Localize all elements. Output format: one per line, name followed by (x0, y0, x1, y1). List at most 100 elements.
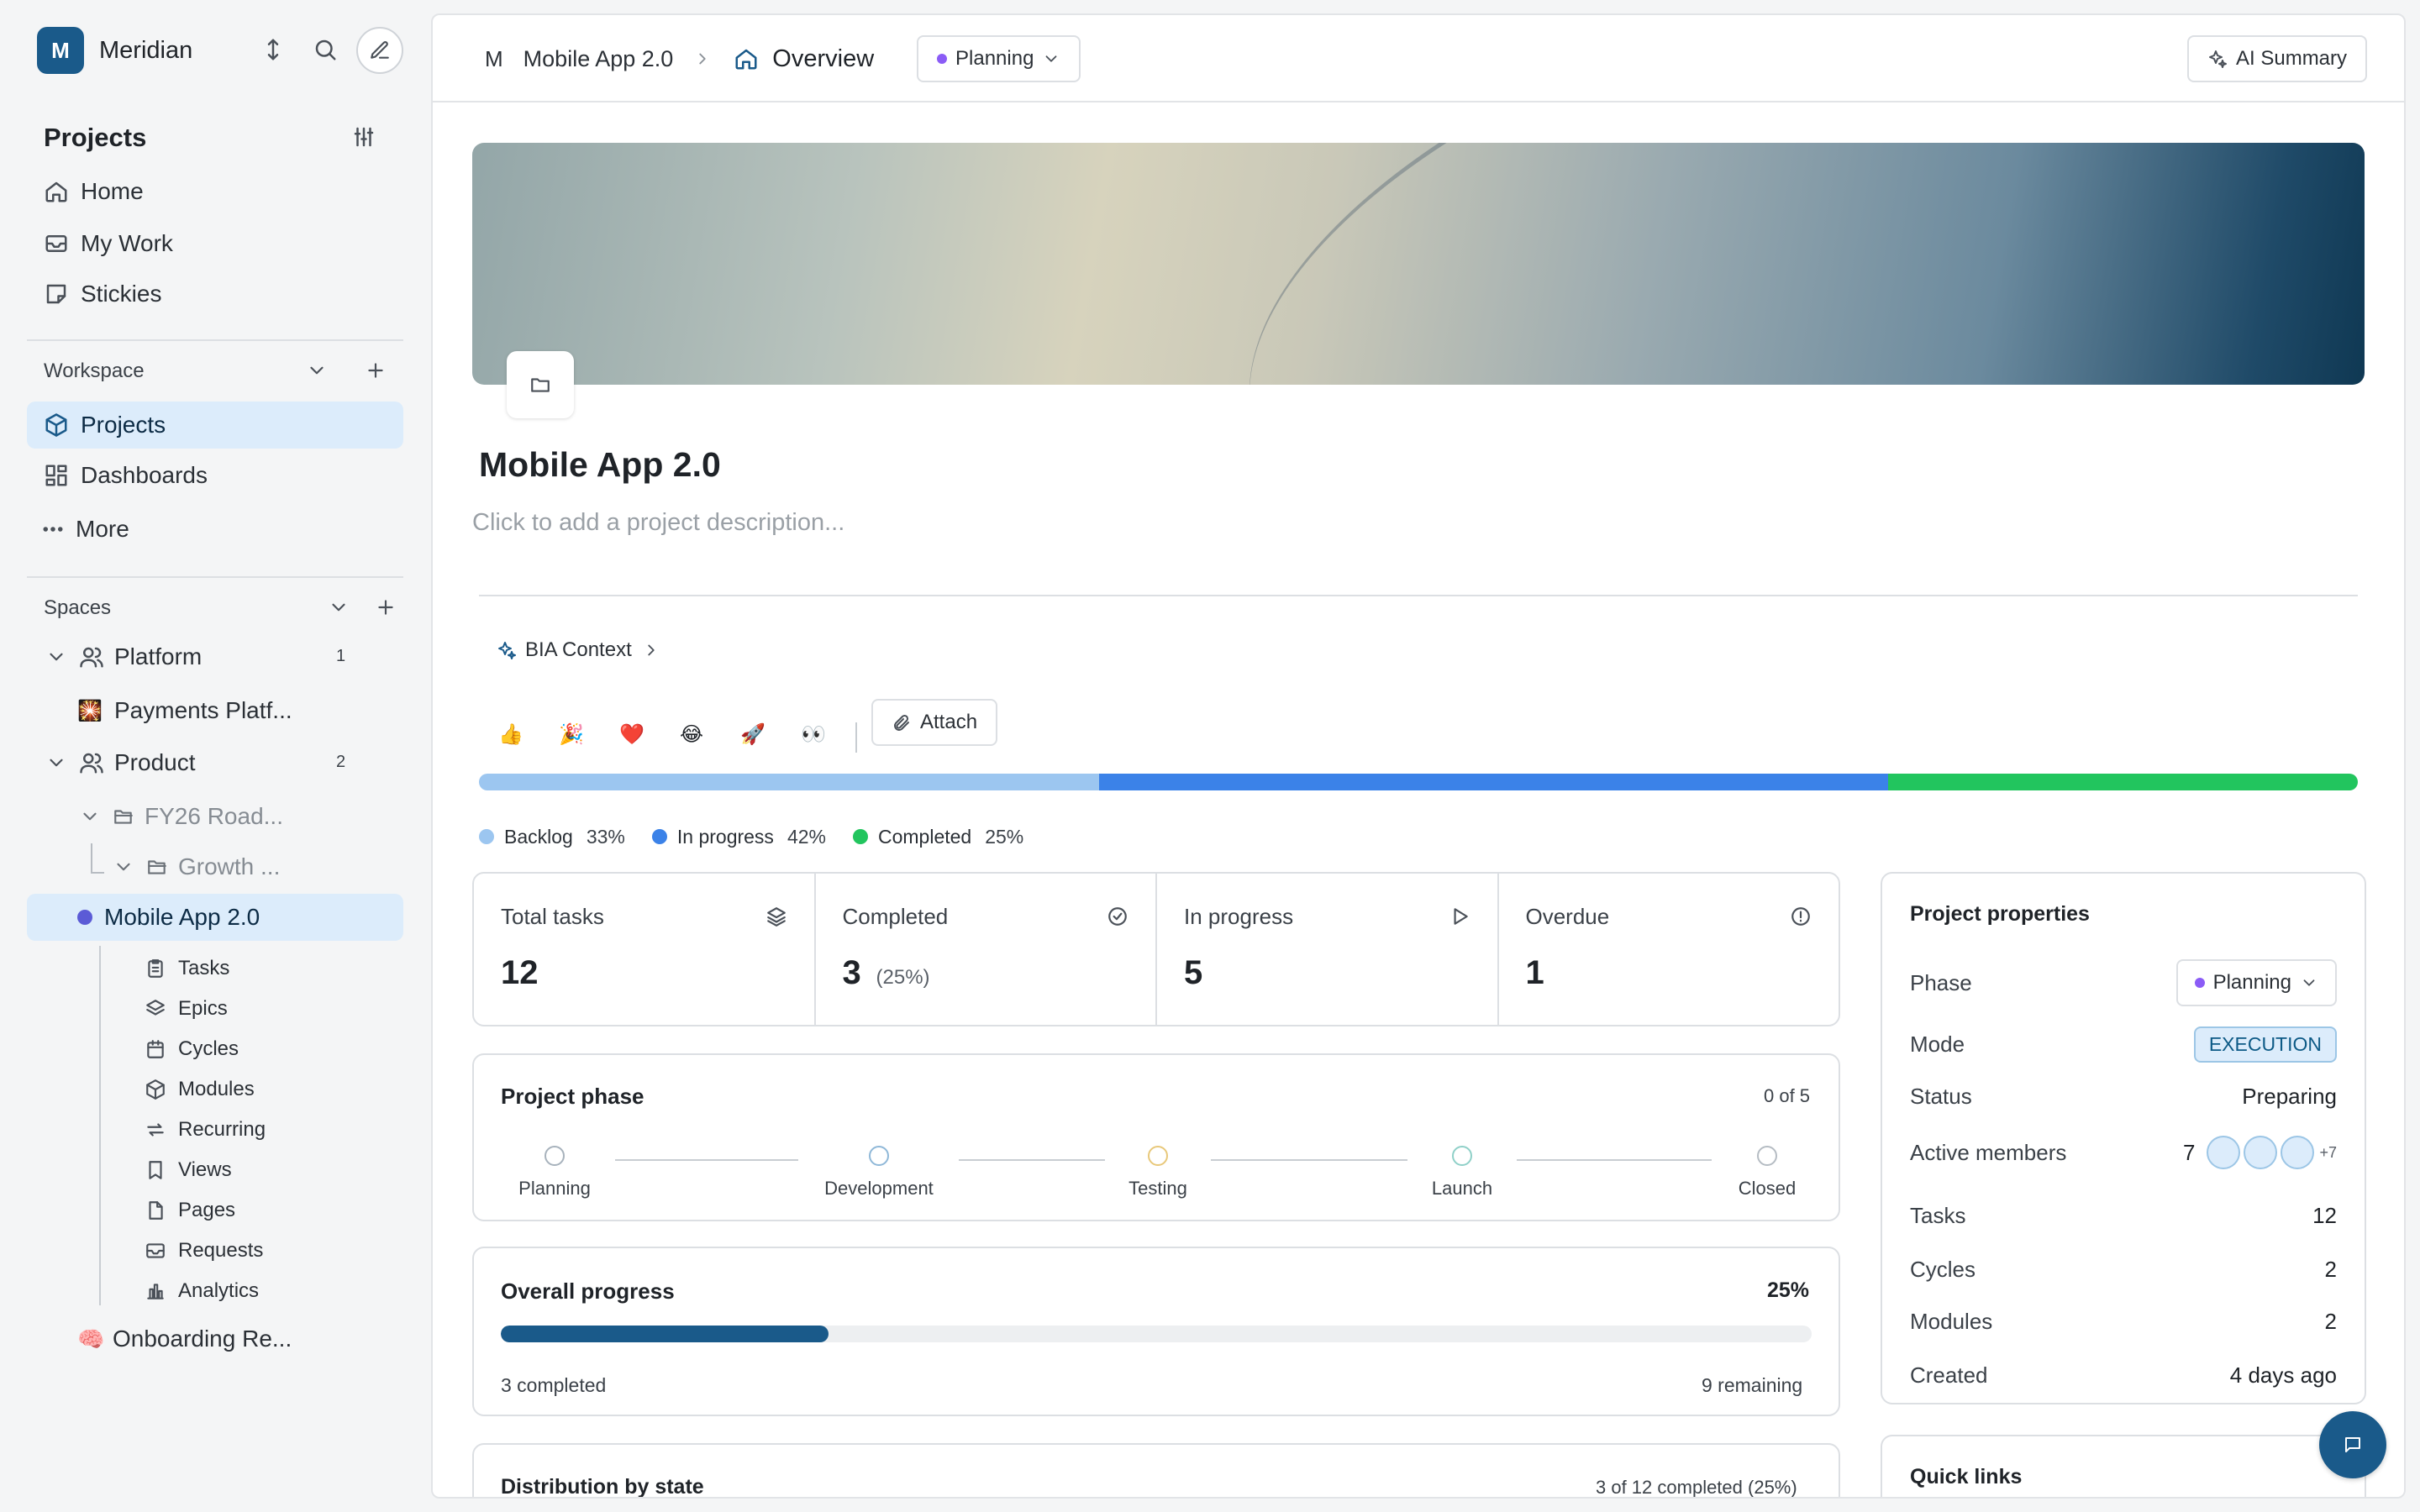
project-title[interactable]: Mobile App 2.0 (479, 445, 721, 485)
project-nav-views[interactable]: Views (145, 1153, 232, 1187)
stat-label: Total tasks (501, 904, 604, 929)
play-icon (1454, 908, 1468, 925)
property-value: Preparing (2242, 1084, 2337, 1109)
stat-value: 3 (842, 954, 861, 991)
project-nav-modules[interactable]: Modules (145, 1073, 255, 1106)
breadcrumb: M Mobile App 2.0 Overview (485, 40, 874, 77)
stat-overdue: Overdue 1 (1499, 874, 1839, 1025)
project-nav-recurring[interactable]: Recurring (145, 1113, 266, 1147)
property-created: Created 4 days ago (1910, 1362, 2337, 1389)
folder-fy26-roadmap[interactable]: FY26 Road... (79, 800, 283, 833)
phase-planning-dot[interactable] (544, 1146, 565, 1166)
reaction-heart-icon[interactable]: ❤️ (619, 722, 644, 747)
chevron-down-icon (2303, 979, 2315, 986)
properties-title: Project properties (1910, 902, 2090, 926)
sidebar-item-projects[interactable]: Projects (27, 402, 403, 449)
project-onboarding[interactable]: 🧠 Onboarding Re... (77, 1322, 292, 1356)
space-count: 2 (336, 753, 346, 771)
chevron-down-icon (310, 366, 324, 375)
more-icon (43, 527, 63, 532)
sort-toggle-button[interactable] (260, 37, 286, 62)
members-avatars[interactable]: 7 +7 (2183, 1136, 2337, 1169)
project-nav-epics[interactable]: Epics (145, 992, 228, 1026)
property-value: 2 (2324, 1257, 2337, 1282)
sidebar-item-label: Dashboards (81, 462, 208, 488)
legend-label: Backlog (504, 825, 573, 848)
legend-in-progress-dot (651, 829, 667, 844)
phase-testing-dot[interactable] (1148, 1146, 1168, 1166)
sidebar-item-more[interactable]: More (27, 506, 403, 553)
phase-development-dot[interactable] (869, 1146, 889, 1166)
property-value: 2 (2324, 1309, 2337, 1334)
project-payments-platform[interactable]: 🎇 Payments Platf... (77, 694, 292, 727)
reaction-laugh-icon[interactable]: 😂 (680, 722, 703, 747)
project-nav-requests[interactable]: Requests (145, 1234, 263, 1268)
property-label: Mode (1910, 1032, 1965, 1057)
sidebar-item-label: My Work (81, 230, 173, 256)
project-nav-pages[interactable]: Pages (145, 1194, 235, 1227)
project-nav-label: Requests (178, 1239, 264, 1262)
compose-button[interactable] (356, 27, 403, 74)
attach-button[interactable]: Attach (871, 699, 998, 746)
sidebar-item-dashboards[interactable]: Dashboards (27, 452, 403, 499)
project-nav-cycles[interactable]: Cycles (145, 1032, 239, 1066)
inbox-icon (45, 235, 67, 252)
stat-value: 12 (501, 954, 539, 991)
users-icon (80, 753, 103, 774)
reaction-party-icon[interactable]: 🎉 (559, 722, 584, 747)
stat-in-progress: In progress 5 (1157, 874, 1499, 1025)
reaction-thumbs-up-icon[interactable]: 👍 (498, 722, 523, 747)
spaces-collapse-button[interactable] (328, 596, 350, 618)
reaction-rocket-icon[interactable]: 🚀 (740, 722, 765, 747)
sidebar-item-home[interactable]: Home (27, 168, 403, 215)
tree-guide-line (99, 946, 101, 1305)
projects-settings-button[interactable] (351, 124, 376, 150)
project-letter-icon: M (485, 45, 503, 71)
property-phase: Phase Planning (1910, 959, 2337, 1006)
bia-context-link[interactable]: BIA Context (497, 633, 660, 667)
phase-select[interactable]: Planning (2175, 959, 2337, 1006)
phase-closed-dot[interactable] (1757, 1146, 1777, 1166)
ai-summary-button[interactable]: AI Summary (2187, 35, 2368, 82)
state-distribution-bar (479, 774, 2358, 790)
phase-label: Development (824, 1178, 934, 1199)
project-icon-button[interactable] (507, 351, 574, 418)
distribution-segment-completed (1888, 774, 2358, 790)
phase-dropdown[interactable]: Planning (917, 35, 1081, 82)
project-color-dot (77, 910, 92, 925)
search-button[interactable] (313, 37, 338, 62)
folder-growth[interactable]: Growth ... (113, 850, 280, 884)
phase-card-count: 0 of 5 (1764, 1085, 1811, 1106)
folder-icon (531, 378, 550, 392)
property-label: Created (1910, 1362, 1988, 1388)
legend-label: In progress (676, 825, 774, 848)
inbox-icon (146, 1243, 165, 1258)
project-nav-analytics[interactable]: Analytics (145, 1274, 259, 1308)
workspace-switcher[interactable]: M Meridian (37, 27, 192, 74)
project-label: Payments Platf... (114, 697, 292, 723)
project-description-input[interactable]: Click to add a project description... (472, 509, 844, 537)
sidebar-item-my-work[interactable]: My Work (27, 220, 403, 267)
sidebar-item-stickies[interactable]: Stickies (27, 270, 403, 318)
phase-label: Launch (1431, 1178, 1493, 1199)
phase-connector (959, 1159, 1105, 1161)
floating-chat-button[interactable] (2319, 1411, 2386, 1478)
chevron-down-icon (83, 812, 97, 821)
projects-heading: Projects (44, 123, 147, 152)
breadcrumb-project[interactable]: Mobile App 2.0 (523, 46, 674, 72)
space-platform[interactable]: Platform (45, 640, 365, 674)
reaction-eyes-icon[interactable]: 👀 (801, 722, 826, 747)
project-mobile-app[interactable]: Mobile App 2.0 (27, 894, 403, 941)
sidebar-item-label: Stickies (81, 281, 162, 307)
project-nav-tasks[interactable]: Tasks (145, 952, 229, 985)
workspace-add-button[interactable] (365, 360, 387, 381)
workspace-avatar: M (37, 27, 84, 74)
space-product[interactable]: Product (45, 746, 365, 780)
workspace-collapse-button[interactable] (306, 360, 328, 381)
legend-completed-dot (852, 829, 868, 844)
spaces-add-button[interactable] (375, 596, 397, 618)
legend-percent: 33% (586, 825, 625, 848)
phase-connector (1211, 1159, 1407, 1161)
phase-launch-dot[interactable] (1452, 1146, 1472, 1166)
stat-label: Completed (842, 904, 949, 929)
